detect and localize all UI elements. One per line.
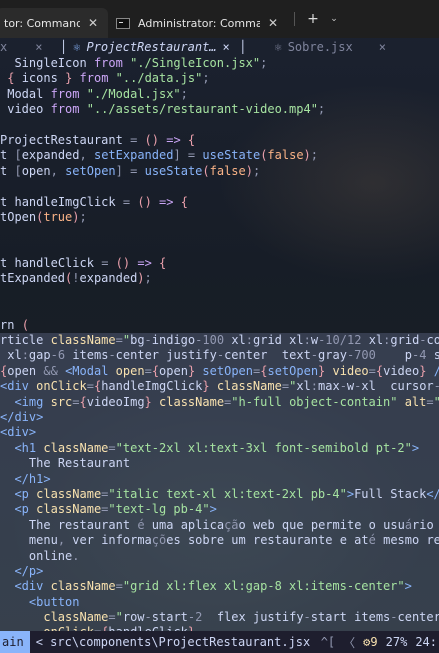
pending-keys: ^[ bbox=[320, 635, 336, 649]
react-icon: ⚛ bbox=[274, 40, 282, 54]
code-line[interactable]: The restaurant é uma aplicação web que p… bbox=[0, 517, 439, 534]
code-line[interactable]: t handleClick = () => { bbox=[0, 256, 439, 271]
code-line[interactable]: xl:gap-6 items-center justify-center tex… bbox=[0, 348, 439, 364]
terminal-tab-active[interactable]: tor: Command Pron ✕ bbox=[0, 8, 108, 38]
code-line[interactable]: ProjectRestaurant = () => { bbox=[0, 133, 439, 148]
code-line[interactable]: <div> bbox=[0, 425, 439, 441]
close-icon[interactable]: ✕ bbox=[86, 16, 100, 30]
file-path-text: src\components\ProjectRestaurant.jsx bbox=[50, 635, 311, 649]
code-line[interactable]: <div className="grid xl:flex xl:gap-8 xl… bbox=[0, 579, 439, 595]
editor-tab-project-restaurant[interactable]: ⚛ ProjectRestaurant… × bbox=[73, 40, 233, 54]
code-line[interactable]: <p className="italic text-xl xl:text-2xl… bbox=[0, 486, 439, 503]
editor-tab-label: x bbox=[0, 40, 8, 54]
editor-tab-sobre[interactable]: ⚛ Sobre.jsx × bbox=[274, 40, 386, 54]
code-line[interactable]: <img src={videoImg} className="h-full ob… bbox=[0, 394, 439, 410]
code-line[interactable]: </h1> bbox=[0, 471, 439, 487]
code-line[interactable]: video from "../assets/restaurant-video.m… bbox=[0, 102, 439, 117]
code-line[interactable]: <button bbox=[0, 594, 439, 611]
code-line[interactable] bbox=[0, 118, 439, 133]
code-editor[interactable]: SingleIcon from "./SingleIcon.jsx"; { ic… bbox=[0, 56, 439, 631]
code-line[interactable]: t [open, setOpen] = useState(false); bbox=[0, 164, 439, 179]
close-icon[interactable]: ✕ bbox=[266, 16, 280, 30]
status-line: ain < src\components\ProjectRestaurant.j… bbox=[0, 631, 439, 653]
close-icon[interactable]: × bbox=[223, 40, 230, 54]
code-line[interactable]: <h1 className="text-2xl xl:text-3xl font… bbox=[0, 440, 439, 457]
code-line[interactable]: </div> bbox=[0, 409, 439, 426]
code-line[interactable] bbox=[0, 241, 439, 256]
code-line[interactable]: {open && <Modal open={open} setOpen={set… bbox=[0, 363, 439, 380]
tab-divider: │ bbox=[239, 40, 247, 54]
code-line[interactable]: <div onClick={handleImgClick} className=… bbox=[0, 379, 439, 395]
code-line[interactable]: tExpanded(!expanded); bbox=[0, 271, 439, 286]
code-line[interactable] bbox=[0, 302, 439, 317]
cursor-position: 24: bbox=[415, 635, 437, 649]
close-icon[interactable]: × bbox=[35, 40, 42, 54]
code-line[interactable]: tOpen(true); bbox=[0, 210, 439, 225]
code-line[interactable]: </p> bbox=[0, 563, 439, 580]
code-line[interactable]: SingleIcon from "./SingleIcon.jsx"; bbox=[0, 56, 439, 71]
code-line[interactable] bbox=[0, 179, 439, 194]
code-line[interactable]: <p className="text-lg pb-4"> bbox=[0, 502, 439, 518]
terminal-tab-title: tor: Command Pron bbox=[4, 16, 80, 30]
path-separator: < bbox=[35, 635, 43, 649]
code-line[interactable]: menu, ver informações sobre um restauran… bbox=[0, 533, 439, 549]
code-line[interactable]: The Restaurant bbox=[0, 456, 439, 472]
terminal-tab-title: Administrator: Command Prom bbox=[138, 16, 260, 30]
nav-indicator: 〈 bbox=[343, 635, 356, 650]
code-line[interactable]: t [expanded, setExpanded] = useState(fal… bbox=[0, 148, 439, 163]
code-line[interactable]: { icons } from "../data.js"; bbox=[0, 71, 439, 86]
git-branch: ain bbox=[0, 631, 30, 653]
diagnostics-count: ⚙9 bbox=[363, 635, 378, 649]
editor-tab-label: ProjectRestaurant… bbox=[86, 40, 217, 54]
code-line[interactable]: online. bbox=[0, 548, 439, 564]
code-line[interactable]: Modal from "./Modal.jsx"; bbox=[0, 87, 439, 102]
code-line[interactable] bbox=[0, 287, 439, 302]
code-line[interactable]: t handleImgClick = () => { bbox=[0, 195, 439, 210]
code-line[interactable] bbox=[0, 225, 439, 240]
editor-tab-line: x × │ ⚛ ProjectRestaurant… × │ ⚛ Sobre.j… bbox=[0, 38, 439, 56]
code-line[interactable]: rn ( bbox=[0, 318, 439, 333]
file-path: < src\components\ProjectRestaurant.jsx bbox=[30, 635, 317, 649]
chevron-down-icon[interactable]: ⌄ bbox=[325, 14, 343, 24]
close-icon[interactable]: × bbox=[379, 40, 386, 54]
code-line[interactable]: rticle className="bg-indigo-100 xl:grid … bbox=[0, 333, 439, 349]
status-right: ^[ 〈 ⚙9 27% 24: bbox=[321, 634, 439, 651]
react-icon: ⚛ bbox=[73, 40, 81, 54]
code-line[interactable]: className="row-start-2 flex justify-star… bbox=[0, 610, 439, 626]
editor-tab-label: Sobre.jsx bbox=[287, 40, 353, 54]
new-tab-button[interactable]: + bbox=[301, 11, 325, 27]
tab-divider bbox=[294, 12, 295, 26]
terminal-tab-admin[interactable]: Administrator: Command Prom ✕ bbox=[108, 8, 288, 38]
scroll-percent: 27% bbox=[385, 635, 408, 649]
tab-divider: │ bbox=[60, 40, 68, 54]
command-prompt-icon bbox=[116, 17, 130, 29]
terminal-tab-bar: tor: Command Pron ✕ Administrator: Comma… bbox=[0, 0, 439, 38]
editor-tab[interactable]: x × bbox=[0, 40, 54, 54]
